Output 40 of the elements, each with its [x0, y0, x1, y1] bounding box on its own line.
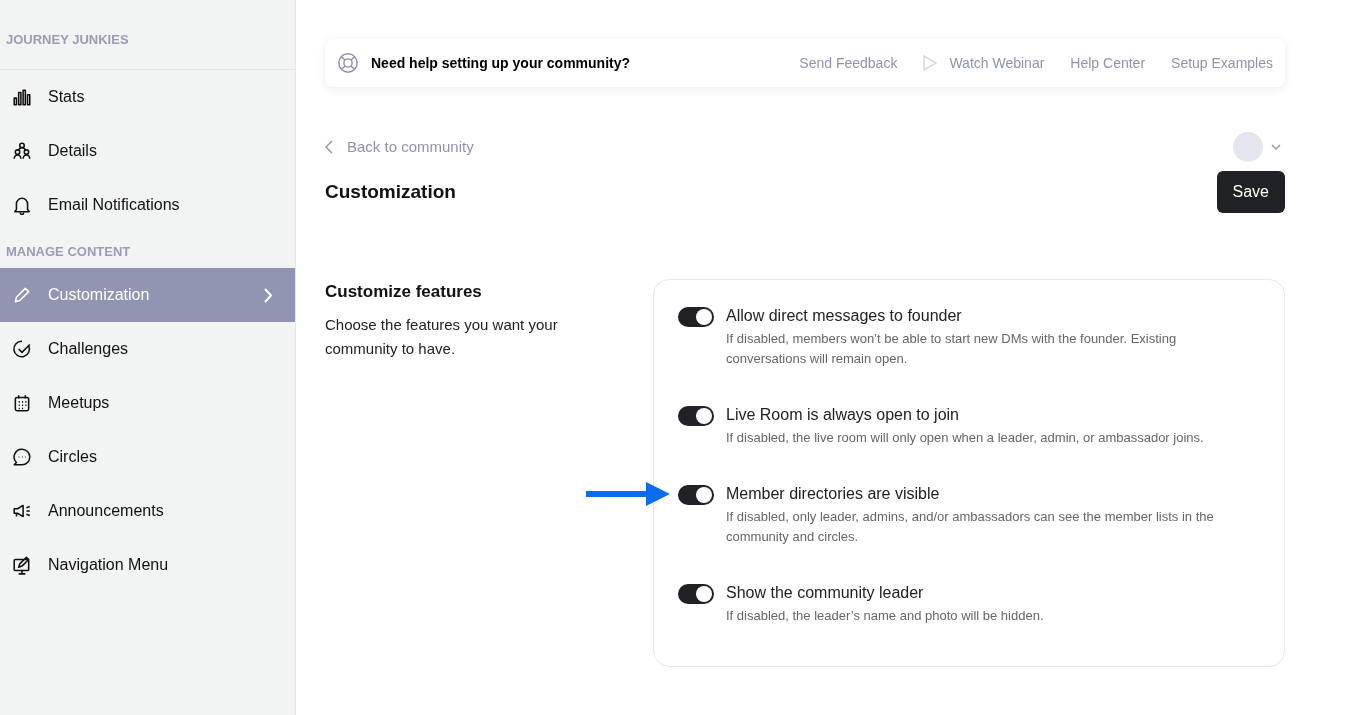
help-text: Need help setting up your community? — [371, 53, 631, 73]
check-circle-icon — [12, 339, 32, 359]
chevron-right-icon — [264, 287, 273, 303]
sidebar-item[interactable]: Meetups — [0, 376, 295, 430]
feature-label: Show the community leader — [726, 583, 925, 603]
feature-description: If disabled, the leader’s name and photo will be hidden. — [726, 607, 1045, 625]
sidebar-item[interactable]: Announcements — [0, 484, 295, 538]
section-title: Customize features — [325, 281, 483, 303]
page-title: Customization — [325, 179, 456, 204]
toggle-switch[interactable] — [678, 485, 714, 505]
save-button[interactable]: Save — [1216, 171, 1285, 213]
bell-icon — [12, 195, 32, 215]
monitor-pen-icon — [12, 555, 32, 575]
chat-bubble-icon — [12, 447, 32, 467]
chevron-down-icon[interactable] — [1271, 144, 1281, 150]
bar-chart-icon — [12, 87, 32, 107]
section-heading: MANAGE CONTENT — [5, 243, 132, 262]
sidebar-item[interactable]: Stats — [0, 70, 295, 124]
feature-description: If disabled, only leader, admins, and/or ambassadors can see the member lists in the community and circles. — [726, 508, 1215, 546]
section-heading: JOURNEY JUNKIES — [0, 30, 295, 70]
feature-label: Live Room is always open to join — [726, 405, 960, 425]
sidebar-item[interactable]: Navigation Menu — [0, 538, 295, 592]
sidebar-item[interactable]: Email Notifications — [0, 178, 295, 232]
calendar-icon — [12, 393, 32, 413]
toggle-switch[interactable] — [678, 584, 714, 604]
sidebar-item[interactable]: Circles — [0, 430, 295, 484]
feature-label: Member directories are visible — [726, 484, 941, 504]
play-icon — [923, 55, 938, 71]
feature-description: If disabled, members won’t be able to start new DMs with the founder. Existing conversations will remain open. — [726, 330, 1178, 368]
pencil-icon — [12, 285, 32, 305]
sidebar-item[interactable]: Details — [0, 124, 295, 178]
lifebuoy-icon — [337, 52, 359, 74]
section-description: Choose the features you want your community to have. — [325, 314, 559, 359]
feature-description: If disabled, the live room will only open when a leader, admin, or ambassador joins. — [726, 429, 1205, 447]
chevron-left-icon — [325, 140, 333, 154]
feature-label: Allow direct messages to founder — [726, 306, 963, 326]
people-icon — [12, 141, 32, 161]
toggle-switch[interactable] — [678, 406, 714, 426]
sidebar-item[interactable]: Challenges — [0, 322, 295, 376]
toggle-switch[interactable] — [678, 307, 714, 327]
